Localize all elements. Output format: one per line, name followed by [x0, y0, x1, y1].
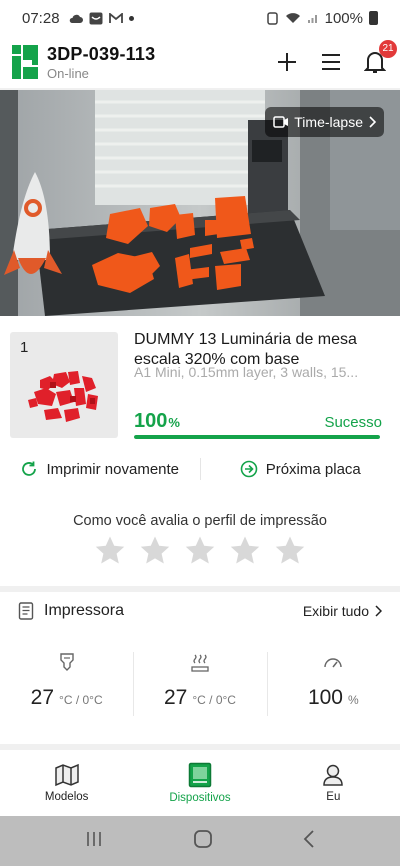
- devices-icon: [188, 762, 212, 788]
- printer-doc-icon: [18, 602, 34, 620]
- nav-models[interactable]: Modelos: [0, 750, 133, 816]
- printer-title: Impressora: [44, 602, 125, 619]
- nozzle-icon: [59, 653, 74, 671]
- battery-icon: [369, 11, 378, 25]
- arrow-right-circle-icon: [240, 460, 258, 478]
- add-icon: [278, 53, 296, 71]
- timelapse-button[interactable]: Time-lapse: [265, 107, 384, 137]
- status-time: 07:28: [22, 9, 60, 27]
- system-navigation-bar: [0, 816, 400, 866]
- job-meta: A1 Mini, 0.15mm layer, 3 walls, 15...: [134, 364, 359, 380]
- recent-apps-button[interactable]: [85, 831, 103, 852]
- nav-profile-label: Eu: [326, 791, 341, 803]
- fan-speed-unit: %: [348, 693, 359, 707]
- chevron-right-icon: [375, 605, 382, 617]
- progress-unit: %: [168, 415, 180, 430]
- next-plate-label: Próxima placa: [265, 460, 361, 478]
- star-icon[interactable]: [229, 535, 261, 565]
- device-status: On-line: [47, 65, 89, 81]
- back-icon: [303, 829, 314, 848]
- bed-temp-unit: °C / 0°C: [192, 693, 236, 707]
- menu-button[interactable]: [318, 49, 344, 75]
- printer-stats: 27 °C / 0°C 27 °C / 0°C 100 %: [0, 652, 400, 732]
- timelapse-label: Time-lapse: [294, 114, 363, 130]
- device-selector[interactable]: 3DP-039-113 On-line: [47, 44, 155, 81]
- bottom-navigation: Modelos Dispositivos Eu: [0, 750, 400, 816]
- app-notification-icon: [89, 12, 103, 24]
- rating-stars: [94, 535, 306, 565]
- model-preview-image: [28, 371, 98, 422]
- reprint-button[interactable]: Imprimir novamente: [0, 460, 200, 478]
- next-plate-button[interactable]: Próxima placa: [201, 460, 400, 478]
- speedometer-icon: [324, 658, 343, 668]
- back-button[interactable]: [303, 829, 315, 853]
- nozzle-temperature[interactable]: 27 °C / 0°C: [0, 652, 133, 732]
- reprint-label: Imprimir novamente: [46, 460, 180, 478]
- home-icon: [194, 829, 212, 848]
- job-status: Sucesso: [324, 414, 382, 431]
- home-button[interactable]: [193, 829, 213, 854]
- menu-icon: [322, 54, 340, 70]
- bed-temp-value: 27: [164, 686, 188, 709]
- printer-section: Impressora Exibir tudo 27 °C / 0°C 27 °C…: [0, 592, 400, 744]
- printer-header: Impressora Exibir tudo: [0, 592, 400, 630]
- heated-bed-icon: [191, 654, 209, 672]
- app-header: 3DP-039-113 On-line 21: [0, 36, 400, 88]
- star-icon[interactable]: [184, 535, 216, 565]
- add-button[interactable]: [274, 49, 300, 75]
- reprint-icon: [22, 461, 37, 476]
- more-notifications-icon: [128, 15, 134, 21]
- print-job-card: 1 DUMMY 13 Luminária de mesa escala 320%…: [0, 316, 400, 586]
- nozzle-temp-unit: °C / 0°C: [59, 693, 103, 707]
- video-camera-icon: [273, 116, 289, 128]
- models-icon: [54, 763, 79, 787]
- progress-bar: [134, 435, 380, 439]
- camera-view[interactable]: Time-lapse: [0, 90, 400, 316]
- profile-icon: [323, 764, 344, 786]
- battery-percent: 100%: [324, 9, 363, 27]
- recent-apps-icon: [87, 831, 101, 846]
- plate-thumbnail[interactable]: 1: [10, 332, 118, 438]
- star-icon[interactable]: [94, 535, 126, 565]
- device-name: 3DP-039-113: [47, 43, 156, 64]
- fan-speed-value: 100: [307, 686, 343, 709]
- notifications-button[interactable]: 21: [362, 40, 397, 75]
- progress-value: 100: [134, 410, 168, 432]
- rating-prompt: Como você avalia o perfil de impressão: [73, 513, 327, 529]
- status-bar: 07:28 100%: [0, 0, 400, 36]
- chevron-right-icon: [369, 116, 376, 128]
- notification-badge: 21: [379, 40, 397, 58]
- nav-devices[interactable]: Dispositivos: [133, 750, 266, 816]
- nav-models-label: Modelos: [44, 791, 89, 803]
- brand-logo: [12, 45, 38, 79]
- nozzle-temp-value: 27: [30, 686, 55, 709]
- signal-icon: [307, 15, 317, 23]
- star-icon[interactable]: [139, 535, 171, 565]
- progress-row: 100 % Sucesso: [134, 410, 382, 433]
- progress-bar-fill: [134, 435, 380, 439]
- nav-devices-label: Dispositivos: [169, 792, 231, 804]
- wifi-icon: [285, 13, 300, 23]
- nav-profile[interactable]: Eu: [267, 750, 400, 816]
- job-actions: Imprimir novamente Próxima placa: [0, 452, 400, 486]
- fan-speed[interactable]: 100 %: [266, 652, 400, 732]
- mail-icon: [108, 12, 123, 23]
- view-all-link[interactable]: Exibir tudo: [303, 603, 382, 619]
- view-all-label: Exibir tudo: [302, 603, 369, 619]
- cloud-icon: [69, 14, 83, 23]
- bed-temperature[interactable]: 27 °C / 0°C: [133, 652, 266, 732]
- alarm-icon: [266, 11, 278, 25]
- star-icon[interactable]: [274, 535, 306, 565]
